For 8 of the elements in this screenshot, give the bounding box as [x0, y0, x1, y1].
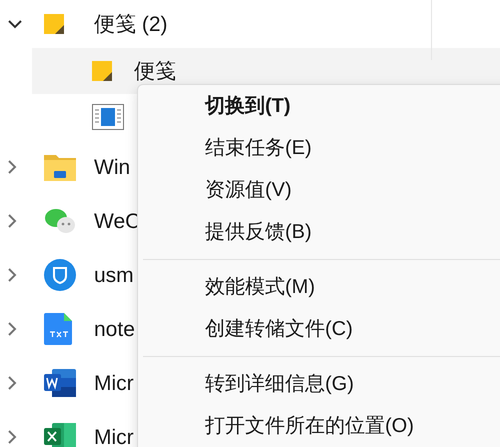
process-name: Micr [94, 426, 134, 447]
process-name: 便笺 (2) [94, 14, 168, 34]
process-name: 便笺 [134, 60, 176, 82]
process-name: note [94, 318, 135, 340]
process-name: Win [94, 156, 130, 178]
process-name: Micr [94, 372, 134, 394]
process-name: usm [94, 264, 134, 286]
process-name: WeC [94, 210, 140, 232]
